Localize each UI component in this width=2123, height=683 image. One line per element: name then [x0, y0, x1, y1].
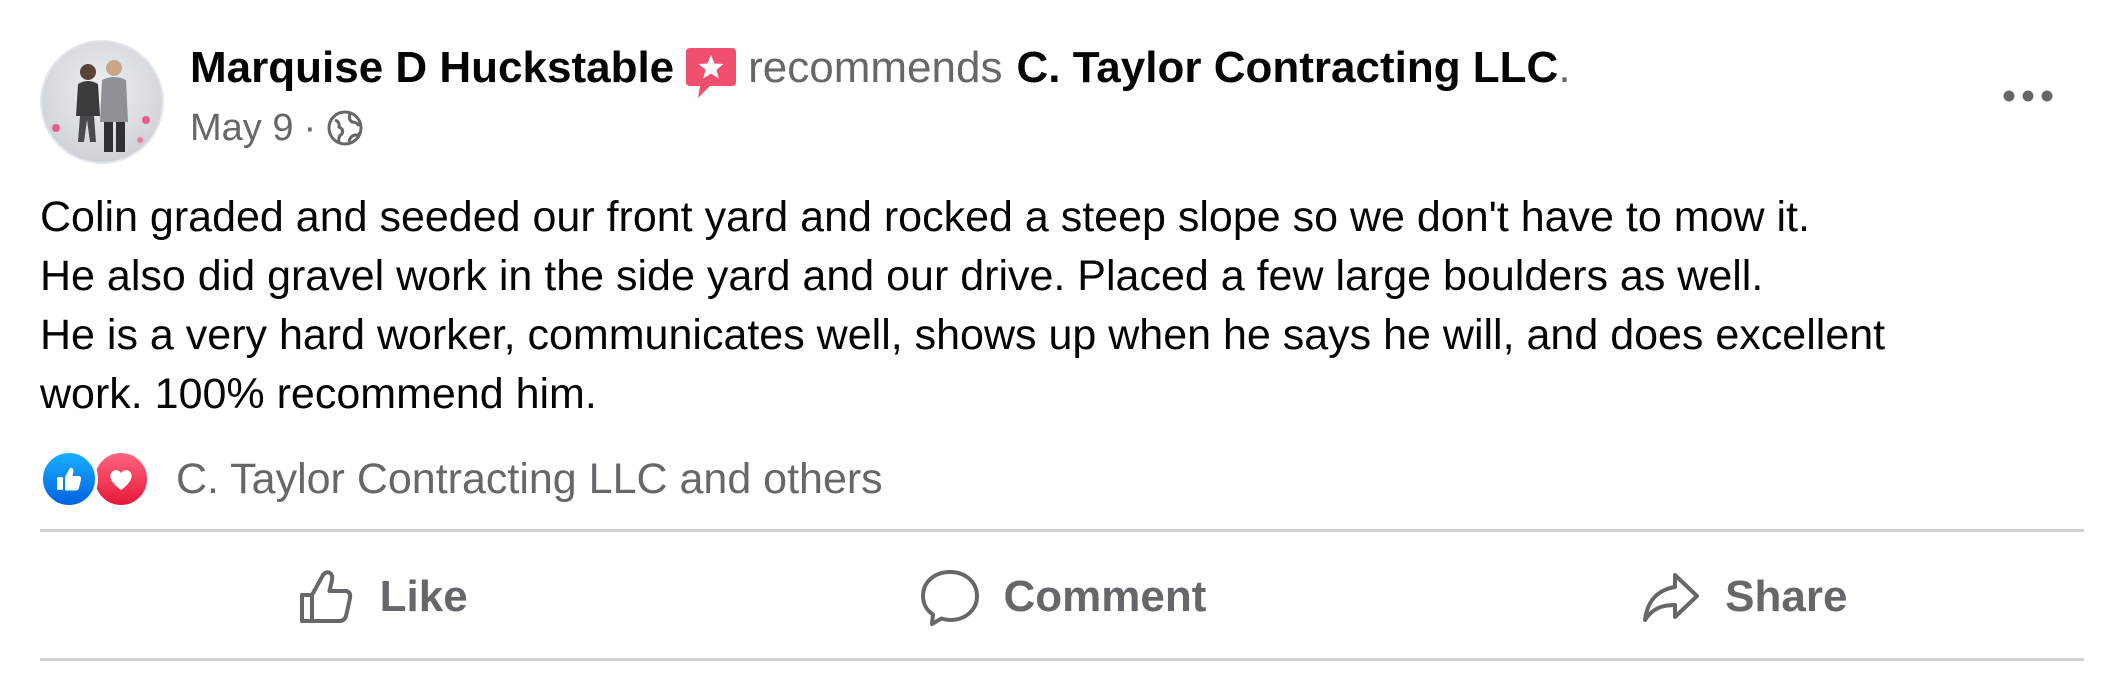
post-card: Marquise D Huckstable recommends C. Tayl…: [0, 0, 2123, 683]
divider: [40, 658, 2084, 661]
recommendation-badge-icon: [684, 44, 738, 100]
post-header: Marquise D Huckstable recommends C. Tayl…: [190, 40, 1571, 98]
share-arrow-icon: [1639, 565, 1703, 629]
post-body-line: work. 100% recommend him.: [40, 370, 597, 418]
share-button[interactable]: Share: [1403, 545, 2084, 649]
divider: [40, 529, 2084, 532]
thumbs-up-icon: [294, 565, 358, 629]
more-options-button[interactable]: [1996, 64, 2060, 128]
recommends-label: recommends: [748, 43, 1003, 92]
reactions-summary[interactable]: C. Taylor Contracting LLC and others: [40, 448, 883, 510]
like-reaction-icon: [40, 450, 98, 508]
love-reaction-icon: [92, 450, 150, 508]
post-body: Colin graded and seeded our front yard a…: [40, 188, 2090, 424]
post-action-bar: Like Comment Share: [40, 545, 2084, 649]
like-button-label: Like: [379, 572, 468, 621]
header-trailing-period: .: [1558, 43, 1571, 92]
avatar-photo: [42, 42, 162, 162]
share-button-label: Share: [1725, 572, 1848, 621]
more-options-icon: [2003, 90, 2053, 102]
meta-separator: ·: [303, 106, 317, 149]
comment-button[interactable]: Comment: [721, 545, 1402, 649]
reactions-summary-text: C. Taylor Contracting LLC and others: [176, 454, 883, 503]
comment-button-label: Comment: [1003, 572, 1207, 621]
author-name[interactable]: Marquise D Huckstable: [190, 40, 674, 96]
globe-icon[interactable]: [326, 109, 364, 147]
author-avatar[interactable]: [40, 40, 164, 164]
post-date[interactable]: May 9: [190, 107, 293, 150]
reaction-icons: [40, 448, 162, 510]
comment-bubble-icon: [918, 565, 982, 629]
like-button[interactable]: Like: [40, 545, 721, 649]
post-body-line: He is a very hard worker, communicates w…: [40, 311, 1886, 359]
recommended-page-name[interactable]: C. Taylor Contracting LLC: [1016, 40, 1558, 96]
post-meta: May 9 ·: [190, 104, 364, 152]
post-body-line: Colin graded and seeded our front yard a…: [40, 193, 1810, 241]
post-body-line: He also did gravel work in the side yard…: [40, 252, 1764, 300]
